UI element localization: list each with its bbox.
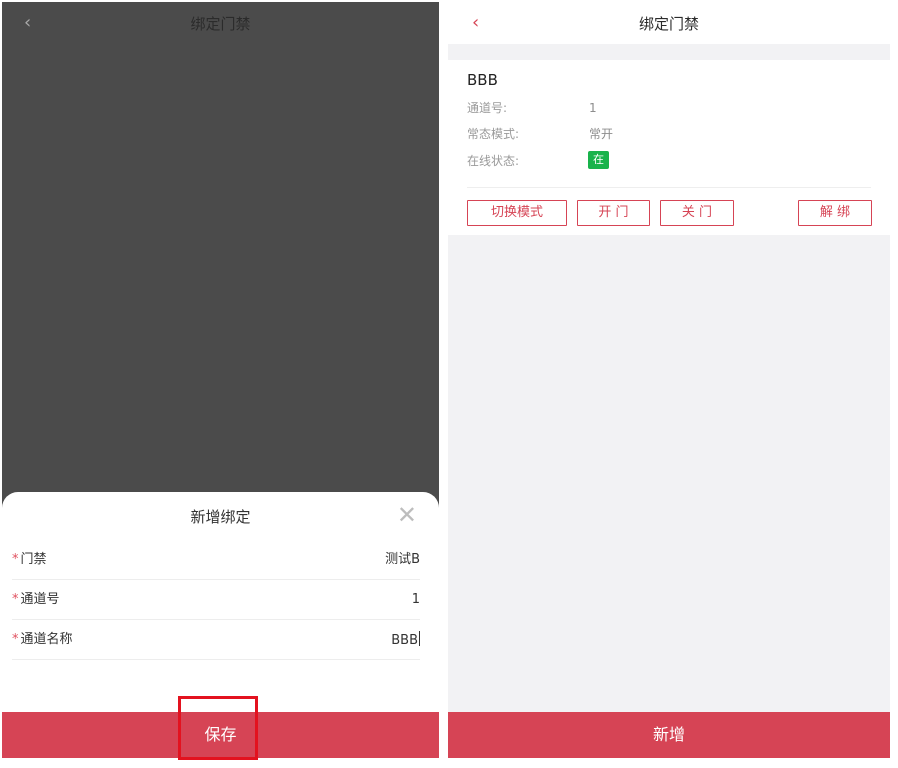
access-control-field[interactable]: * 门禁 测试B xyxy=(12,540,420,580)
channel-name: BBB xyxy=(467,71,498,89)
online-status-label: 在线状态: xyxy=(467,154,520,168)
channel-number-value: 1 xyxy=(589,101,597,115)
page-header: ‹ 绑定门禁 xyxy=(448,2,890,44)
unbind-button[interactable]: 解 绑 xyxy=(798,200,872,226)
left-phone-screen: ‹ 绑定门禁 新增绑定 ✕ * 门禁 测试B * 通道号 1 * 通道名称 BBB 保… xyxy=(2,2,439,758)
access-control-label: 门禁 xyxy=(20,552,47,567)
text-caret xyxy=(419,631,420,646)
channel-number-label: 通道号 xyxy=(20,592,60,607)
open-door-button[interactable]: 开 门 xyxy=(577,200,650,226)
status-badge: 在线 xyxy=(588,151,609,184)
save-button[interactable]: 保存 xyxy=(2,712,439,758)
close-icon[interactable]: ✕ xyxy=(397,502,417,528)
page-title: 绑定门禁 xyxy=(638,15,699,33)
switch-mode-button[interactable]: 切换模式 xyxy=(467,200,567,226)
normal-mode-label: 常态模式: xyxy=(467,127,520,141)
channel-name-label: 通道名称 xyxy=(20,632,73,647)
screenshot-stage: ‹ 绑定门禁 新增绑定 ✕ * 门禁 测试B * 通道号 1 * 通道名称 BBB 保… xyxy=(0,0,898,768)
field-label: * 通道号 xyxy=(12,591,60,609)
channel-name-field[interactable]: * 通道名称 BBB xyxy=(12,620,420,660)
channel-number-label: 通道号: xyxy=(467,101,508,115)
page-header: ‹ 绑定门禁 xyxy=(2,2,439,46)
right-phone-screen: ‹ 绑定门禁 BBB 通道号: 1 常态模式: 常开 在线状态: 在线 切换模式… xyxy=(448,2,890,758)
close-door-button[interactable]: 关 门 xyxy=(660,200,734,226)
add-binding-sheet: 新增绑定 ✕ * 门禁 测试B * 通道号 1 * 通道名称 BBB 保存 xyxy=(2,492,439,758)
channel-number-value[interactable]: 1 xyxy=(412,591,420,609)
field-label: * 通道名称 xyxy=(12,631,73,649)
access-control-value[interactable]: 测试B xyxy=(385,551,420,569)
page-title: 绑定门禁 xyxy=(190,15,251,33)
channel-name-input[interactable]: BBB xyxy=(391,631,420,650)
add-button[interactable]: 新增 xyxy=(448,712,890,758)
channel-name-text: BBB xyxy=(391,633,418,648)
field-label: * 门禁 xyxy=(12,551,47,569)
normal-mode-value: 常开 xyxy=(589,127,614,141)
required-mark: * xyxy=(12,552,19,567)
required-mark: * xyxy=(12,632,19,647)
sheet-title: 新增绑定 xyxy=(190,508,251,526)
channel-number-field[interactable]: * 通道号 1 xyxy=(12,580,420,620)
binding-card: BBB 通道号: 1 常态模式: 常开 在线状态: 在线 切换模式 开 门 关 … xyxy=(448,60,890,235)
required-mark: * xyxy=(12,592,19,607)
divider xyxy=(467,187,871,188)
